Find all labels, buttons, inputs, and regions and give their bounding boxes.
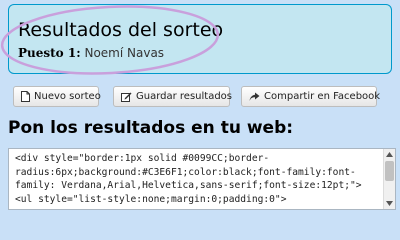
document-icon [21, 91, 30, 102]
share-facebook-label: Compartir en Facebook [264, 91, 381, 102]
winner-name: Noemí Navas [84, 46, 165, 60]
new-draw-label: Nuevo sorteo [34, 91, 101, 102]
save-results-button[interactable]: Guardar resultados [113, 86, 233, 107]
scroll-down-arrow-icon[interactable] [384, 198, 395, 209]
new-draw-button[interactable]: Nuevo sorteo [13, 86, 101, 107]
share-facebook-button[interactable]: Compartir en Facebook [241, 86, 381, 107]
edit-icon [121, 92, 132, 102]
embed-code-text: <div style="border:1px solid #0099CC;bor… [15, 153, 362, 205]
scroll-up-arrow-icon[interactable] [384, 149, 395, 160]
embed-heading: Pon los resultados en tu web: [8, 118, 294, 138]
scroll-thumb[interactable] [385, 161, 394, 181]
save-results-label: Guardar resultados [136, 91, 233, 102]
embed-code-textarea[interactable]: <div style="border:1px solid #0099CC;bor… [8, 148, 396, 210]
winner-line: Puesto 1: Noemí Navas [18, 46, 164, 60]
winner-position-label: Puesto 1: [18, 46, 81, 60]
share-arrow-icon [249, 92, 260, 101]
code-scrollbar[interactable] [383, 149, 395, 209]
results-title: Resultados del sorteo [18, 19, 224, 41]
